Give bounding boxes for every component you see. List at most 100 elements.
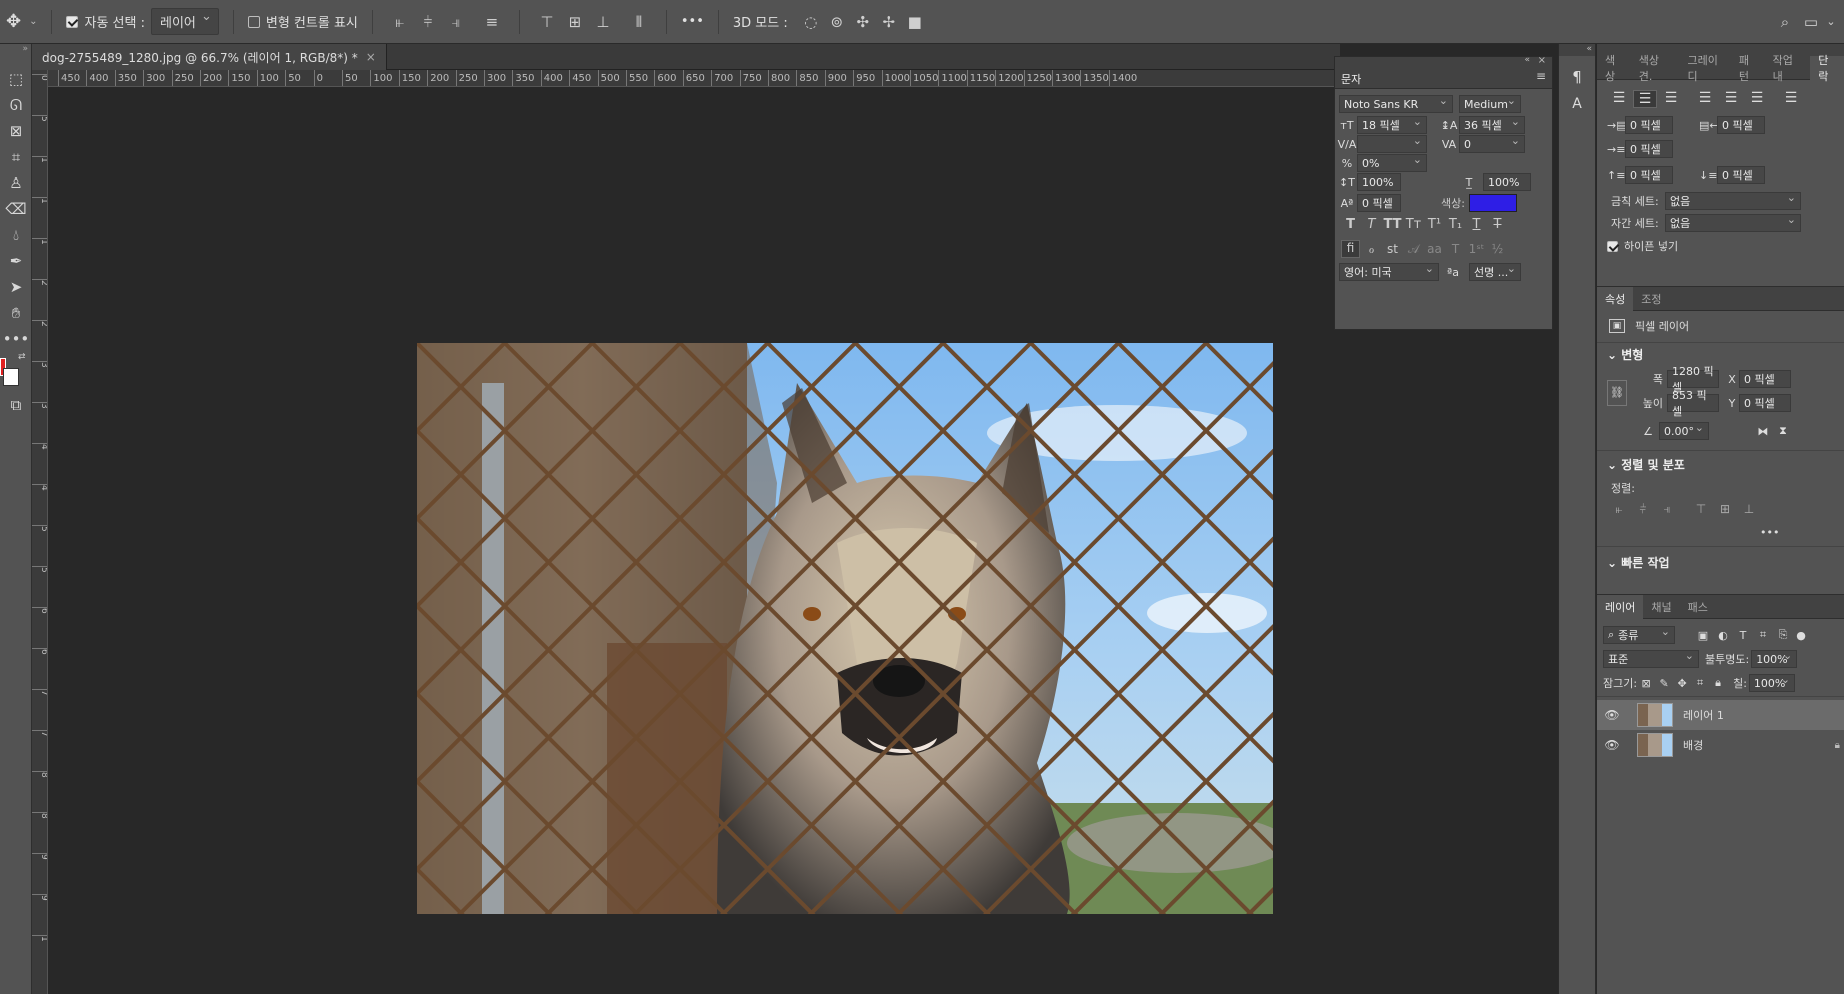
- lasso-tool-icon[interactable]: ᘏ: [0, 92, 32, 118]
- lock-position-icon[interactable]: ✥: [1673, 677, 1691, 690]
- horizontal-scale-field[interactable]: 100%: [1483, 173, 1531, 191]
- transform-section[interactable]: ⌄ 변형: [1607, 346, 1643, 363]
- layers-group-tab[interactable]: 채널: [1643, 595, 1679, 619]
- paragraph-group-tab[interactable]: 그레이디: [1679, 54, 1730, 83]
- font-family-select[interactable]: Noto Sans KR: [1339, 94, 1453, 113]
- font-size-field[interactable]: 18 픽셀: [1357, 115, 1427, 134]
- layers-group-tab[interactable]: 패스: [1680, 595, 1716, 619]
- lock-image-icon[interactable]: ✎: [1655, 677, 1673, 690]
- align-right-edges-icon[interactable]: ⫣: [443, 9, 469, 35]
- align-text-left-icon[interactable]: ☰: [1607, 90, 1631, 108]
- all-caps-icon[interactable]: TT: [1383, 217, 1402, 232]
- panel-menu-icon[interactable]: ≡: [1536, 69, 1546, 83]
- paragraph-group-tab[interactable]: 색상: [1597, 54, 1631, 83]
- stylistic-alternates-icon[interactable]: T: [1446, 242, 1465, 256]
- align-bottom-edges-icon[interactable]: ⊥: [590, 9, 616, 35]
- ligatures-icon[interactable]: fi: [1341, 240, 1360, 258]
- justify-all-icon[interactable]: ☰: [1779, 90, 1803, 108]
- discretionary-ligatures-icon[interactable]: st: [1383, 242, 1402, 256]
- color-swatches[interactable]: ⇄: [0, 352, 31, 392]
- paragraph-group-tab[interactable]: 작업 내: [1765, 54, 1811, 83]
- y-field[interactable]: 0 픽셀: [1739, 394, 1791, 412]
- font-style-select[interactable]: Medium: [1459, 94, 1521, 113]
- edit-toolbar-icon[interactable]: •••: [0, 326, 32, 352]
- pen-tool-icon[interactable]: ✒: [0, 248, 32, 274]
- workspace-icon[interactable]: ▭: [1798, 9, 1824, 35]
- workspace-dropdown-icon[interactable]: ⌄: [1824, 9, 1838, 35]
- space-after-field[interactable]: 0 픽셀: [1717, 166, 1765, 184]
- superscript-icon[interactable]: T¹: [1425, 217, 1444, 232]
- 3d-orbit-icon[interactable]: ◌: [798, 9, 824, 35]
- lock-transparent-icon[interactable]: ⊠: [1637, 677, 1655, 690]
- marquee-tool-icon[interactable]: ⬚: [0, 66, 32, 92]
- justify-last-center-icon[interactable]: ☰: [1719, 90, 1743, 108]
- 3d-pan-icon[interactable]: ✣: [850, 9, 876, 35]
- more-align-options-button[interactable]: •••: [1760, 526, 1779, 539]
- swash-icon[interactable]: 𝒜: [1404, 242, 1423, 257]
- auto-select-dropdown[interactable]: 레이어: [150, 8, 219, 35]
- layer-align-right-icon[interactable]: ⫣: [1657, 502, 1677, 517]
- collapse-panel-icon[interactable]: «: [1524, 55, 1530, 65]
- x-field[interactable]: 0 픽셀: [1739, 370, 1791, 388]
- text-color-swatch[interactable]: [1468, 194, 1517, 212]
- properties-group-tab[interactable]: 조정: [1633, 287, 1669, 311]
- frame-tool-icon[interactable]: ⊠: [0, 118, 32, 144]
- ordinals-icon[interactable]: 1ˢᵗ: [1467, 242, 1486, 256]
- transform-controls-checkbox[interactable]: 변형 컨트롤 표시: [242, 0, 364, 44]
- indent-first-line-field[interactable]: 0 픽셀: [1625, 140, 1673, 158]
- eraser-tool-icon[interactable]: ⌫: [0, 196, 32, 222]
- distribute-vertical-icon[interactable]: ≡: [479, 9, 505, 35]
- close-panel-icon[interactable]: ×: [1538, 55, 1546, 66]
- align-left-edges-icon[interactable]: ⫦: [387, 9, 413, 35]
- more-options-button[interactable]: •••: [675, 0, 710, 44]
- layer-row[interactable]: 👁︎ 레이어 1: [1597, 700, 1844, 730]
- 3d-scale-icon[interactable]: ■: [902, 9, 928, 35]
- align-horizontal-centers-icon[interactable]: ⫩: [415, 9, 441, 35]
- mojikumi-select[interactable]: 없음: [1665, 213, 1801, 232]
- tracking-field[interactable]: 0: [1459, 134, 1525, 153]
- lock-artboard-icon[interactable]: ⌗: [1691, 676, 1709, 690]
- swap-colors-icon[interactable]: ⇄: [18, 352, 26, 362]
- layer-align-hcenter-icon[interactable]: ⫩: [1633, 502, 1653, 517]
- search-icon[interactable]: ⌕: [1772, 9, 1798, 35]
- flip-vertical-icon[interactable]: ⧗: [1773, 424, 1793, 438]
- quick-actions-section[interactable]: ⌄ 빠른 작업: [1607, 554, 1670, 571]
- underline-icon[interactable]: T: [1467, 217, 1486, 232]
- 3d-roll-icon[interactable]: ⊚: [824, 9, 850, 35]
- filter-pixel-icon[interactable]: ▣: [1693, 629, 1713, 642]
- paragraph-group-tab[interactable]: 색상 견.: [1631, 54, 1680, 83]
- align-text-center-icon[interactable]: ☰: [1633, 90, 1657, 108]
- expand-panels-icon[interactable]: «: [1559, 44, 1595, 56]
- vertical-ruler[interactable]: 0 5 1 1 1 2 2 3 3 4 4 5 5 6 6 7 7 8 8 9 9 1: [32, 70, 48, 994]
- filter-smart-object-icon[interactable]: ⎘: [1773, 628, 1793, 642]
- quick-mask-icon[interactable]: ⧉: [0, 392, 32, 418]
- properties-group-tab[interactable]: 속성: [1597, 287, 1634, 311]
- paragraph-panel-icon[interactable]: ¶: [1559, 68, 1595, 86]
- stamp-tool-icon[interactable]: ♙: [0, 170, 32, 196]
- align-vertical-centers-icon[interactable]: ⊞: [562, 9, 588, 35]
- strikethrough-icon[interactable]: T: [1488, 217, 1507, 232]
- antialias-select[interactable]: 선명 ...: [1469, 262, 1521, 281]
- leading-field[interactable]: 36 픽셀: [1459, 115, 1525, 134]
- blur-tool-icon[interactable]: 💧︎: [0, 222, 32, 248]
- layer-align-top-icon[interactable]: ⊤: [1691, 502, 1711, 517]
- layer-align-left-icon[interactable]: ⫦: [1609, 502, 1629, 517]
- lock-all-icon[interactable]: 🔒︎: [1709, 676, 1727, 690]
- layer-row[interactable]: 👁︎ 배경 🔒︎: [1597, 730, 1844, 760]
- hyphenate-checkbox[interactable]: 하이픈 넣기: [1607, 238, 1678, 254]
- height-field[interactable]: 853 픽셀: [1667, 389, 1719, 418]
- faux-bold-icon[interactable]: T: [1341, 217, 1360, 232]
- auto-select-checkbox[interactable]: 자동 선택 : 레이어: [60, 0, 224, 44]
- filter-shape-icon[interactable]: ⌗: [1753, 628, 1773, 642]
- language-select[interactable]: 영어: 미국: [1339, 262, 1439, 281]
- hand-tool-icon[interactable]: ✋︎: [0, 300, 32, 326]
- collapse-toolbar-icon[interactable]: »: [0, 44, 31, 58]
- 3d-slide-icon[interactable]: ✢: [876, 9, 902, 35]
- width-field[interactable]: 1280 픽셀: [1667, 365, 1719, 394]
- subscript-icon[interactable]: T₁: [1446, 217, 1465, 232]
- kerning-field[interactable]: [1357, 134, 1427, 153]
- close-document-icon[interactable]: ×: [366, 50, 376, 64]
- justify-last-left-icon[interactable]: ☰: [1693, 90, 1717, 108]
- layer-align-bottom-icon[interactable]: ⊥: [1739, 502, 1759, 517]
- blend-mode-select[interactable]: 표준: [1603, 649, 1699, 668]
